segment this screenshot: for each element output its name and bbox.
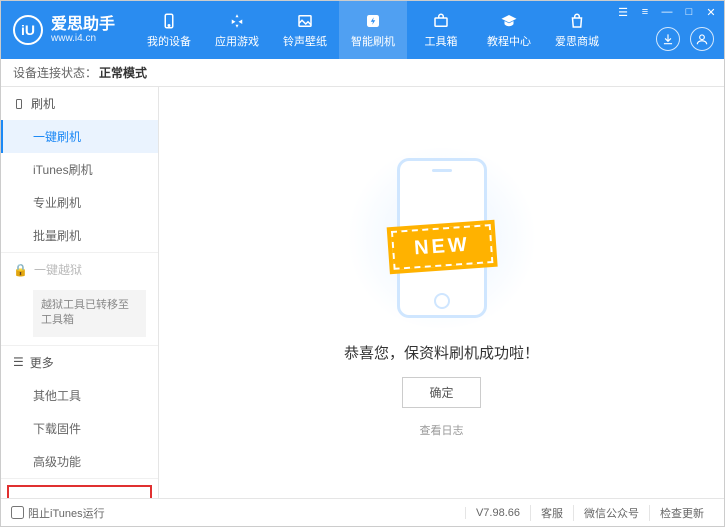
top-nav: 我的设备 应用游戏 铃声壁纸 智能刷机 工具箱 教程中心: [135, 1, 611, 59]
sidebar-group-jailbreak: 🔒 一键越狱: [1, 253, 158, 286]
sidebar-item-batch-flash[interactable]: 批量刷机: [1, 219, 158, 252]
brand: iU 爱思助手 www.i4.cn: [1, 15, 127, 45]
graduation-icon: [499, 11, 519, 31]
image-icon: [295, 11, 315, 31]
nav-smart-flash[interactable]: 智能刷机: [339, 1, 407, 59]
apps-icon: [227, 11, 247, 31]
more-icon: ☰: [13, 355, 24, 369]
footer-link-wechat[interactable]: 微信公众号: [573, 505, 649, 521]
nav-apps-games[interactable]: 应用游戏: [203, 1, 271, 59]
footer: 阻止iTunes运行 V7.98.66 客服 微信公众号 检查更新: [1, 498, 724, 526]
flash-icon: [363, 11, 383, 31]
sidebar-item-oneclick-flash[interactable]: 一键刷机: [1, 120, 158, 153]
sidebar-group-more[interactable]: ☰ 更多: [1, 346, 158, 379]
nav-toolbox[interactable]: 工具箱: [407, 1, 475, 59]
sidebar: 刷机 一键刷机 iTunes刷机 专业刷机 批量刷机 🔒 一键越狱 越狱工具已转…: [1, 87, 159, 498]
view-log-link[interactable]: 查看日志: [420, 422, 464, 438]
nav-store[interactable]: 爱思商城: [543, 1, 611, 59]
bag-icon: [567, 11, 587, 31]
user-button[interactable]: [690, 27, 714, 51]
toolbox-icon: [431, 11, 451, 31]
phone-small-icon: [13, 98, 25, 110]
window-controls: ☰ ≡ — □ ✕: [616, 5, 718, 19]
block-itunes-checkbox[interactable]: 阻止iTunes运行: [11, 505, 105, 521]
success-message: 恭喜您，保资料刷机成功啦！: [344, 342, 539, 363]
brand-title: 爱思助手: [51, 16, 115, 34]
status-value: 正常模式: [99, 64, 147, 81]
sidebar-item-itunes-flash[interactable]: iTunes刷机: [1, 153, 158, 186]
footer-link-support[interactable]: 客服: [530, 505, 573, 521]
main-content: NEW 恭喜您，保资料刷机成功啦！ 确定 查看日志: [159, 87, 724, 498]
nav-tutorials[interactable]: 教程中心: [475, 1, 543, 59]
highlighted-options-box: 自动激活 跳过向导: [7, 485, 152, 498]
sidebar-item-pro-flash[interactable]: 专业刷机: [1, 186, 158, 219]
version-label: V7.98.66: [465, 507, 530, 519]
maximize-icon[interactable]: □: [682, 5, 696, 19]
download-button[interactable]: [656, 27, 680, 51]
sidebar-item-advanced[interactable]: 高级功能: [1, 445, 158, 478]
sidebar-item-other-tools[interactable]: 其他工具: [1, 379, 158, 412]
success-illustration: NEW: [342, 148, 542, 328]
sidebar-item-download-firmware[interactable]: 下载固件: [1, 412, 158, 445]
lock-icon: 🔒: [13, 263, 28, 277]
minimize-icon[interactable]: —: [660, 5, 674, 19]
jailbreak-moved-note: 越狱工具已转移至工具箱: [33, 290, 146, 337]
brand-subtitle: www.i4.cn: [51, 33, 115, 44]
ok-button[interactable]: 确定: [402, 377, 480, 408]
nav-ringtones[interactable]: 铃声壁纸: [271, 1, 339, 59]
nav-my-device[interactable]: 我的设备: [135, 1, 203, 59]
status-label: 设备连接状态：: [13, 64, 97, 81]
new-ribbon: NEW: [390, 224, 492, 270]
footer-link-update[interactable]: 检查更新: [649, 505, 714, 521]
menu-icon[interactable]: ☰: [616, 5, 630, 19]
phone-icon: [159, 11, 179, 31]
sidebar-group-flash[interactable]: 刷机: [1, 87, 158, 120]
brand-logo-icon: iU: [13, 15, 43, 45]
close-icon[interactable]: ✕: [704, 5, 718, 19]
app-header: iU 爱思助手 www.i4.cn 我的设备 应用游戏 铃声壁纸 智能刷机: [1, 1, 724, 59]
status-bar: 设备连接状态： 正常模式: [1, 59, 724, 87]
settings-icon[interactable]: ≡: [638, 5, 652, 19]
